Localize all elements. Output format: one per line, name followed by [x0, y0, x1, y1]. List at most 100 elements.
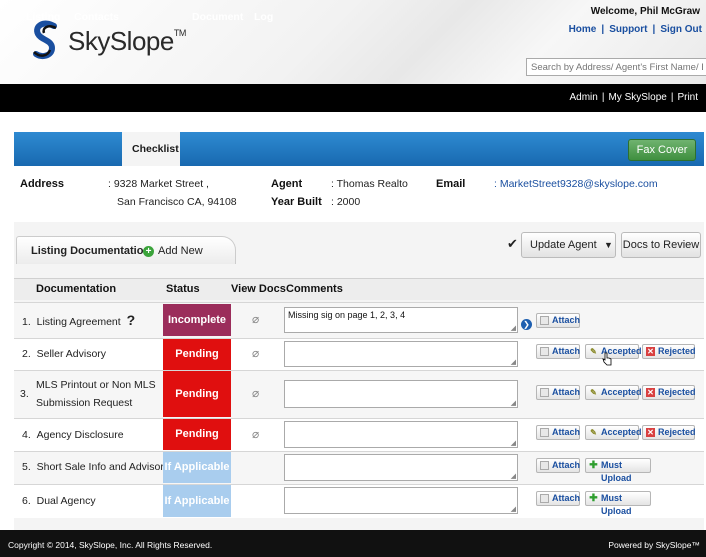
copyright-text: Copyright © 2014, SkySlope, Inc. All Rig…	[8, 540, 213, 550]
row-number: 1.	[22, 316, 31, 328]
agent-label: Agent	[271, 178, 303, 190]
accepted-button[interactable]: ✎ Accepted	[585, 344, 642, 359]
doc-name[interactable]: 6. Dual Agency	[22, 491, 96, 511]
attach-icon	[540, 494, 549, 503]
resize-grip-icon: ◢	[510, 400, 516, 407]
status-badge: Incomplete	[163, 304, 231, 336]
address-line2: San Francisco CA, 94108	[117, 196, 237, 208]
resize-grip-icon: ◢	[510, 506, 516, 513]
support-link[interactable]: Support	[609, 24, 647, 35]
tab-contacts[interactable]: Contacts	[74, 0, 119, 34]
doc-title: Seller Advisory	[36, 348, 107, 360]
add-new-button[interactable]: + Add New	[143, 245, 203, 257]
attach-button[interactable]: Attach	[536, 425, 580, 440]
help-icon[interactable]: ?	[127, 312, 136, 328]
admin-link[interactable]: Admin	[570, 92, 598, 103]
attach-label: Attach	[552, 493, 581, 503]
update-agent-label: Update Agent	[530, 239, 597, 251]
doc-name[interactable]: 5. Short Sale Info and Advisory	[22, 457, 169, 477]
header-status: Status	[166, 283, 200, 295]
doc-name[interactable]: 4. Agency Disclosure	[22, 425, 124, 445]
comment-field[interactable]: ◢	[284, 487, 518, 514]
attach-icon	[540, 461, 549, 470]
resize-grip-icon: ◢	[510, 473, 516, 480]
rejected-icon: ✕	[646, 388, 655, 397]
attach-label: Attach	[552, 315, 581, 325]
tab-bar	[14, 132, 704, 166]
resize-grip-icon: ◢	[510, 440, 516, 447]
update-agent-dropdown[interactable]: Update Agent ▼	[521, 232, 616, 258]
listing-documentation-tab[interactable]: Listing Documentation + Add New	[16, 236, 236, 264]
search-input[interactable]	[526, 58, 706, 76]
paperclip-icon[interactable]: ⌀	[252, 386, 259, 400]
attach-button[interactable]: Attach	[536, 385, 580, 400]
top-links: Home | Support | Sign Out	[568, 24, 702, 35]
add-new-label: Add New	[158, 245, 203, 257]
attach-label: Attach	[552, 346, 581, 356]
plus-icon: +	[143, 245, 154, 257]
accepted-button[interactable]: ✎ Accepted	[585, 425, 642, 440]
accepted-button[interactable]: ✎ Accepted	[585, 385, 642, 400]
my-skyslope-link[interactable]: My SkySlope	[608, 92, 666, 103]
comment-field[interactable]: ◢	[284, 380, 518, 408]
comment-field[interactable]: ◢	[284, 341, 518, 367]
year-built-label: Year Built	[271, 196, 322, 208]
must-upload-button[interactable]: ✚ Must Upload	[585, 458, 651, 483]
must-upload-label: Must Upload	[601, 493, 632, 516]
doc-title: Dual Agency	[36, 495, 96, 507]
print-link[interactable]: Print	[677, 92, 698, 103]
comment-field[interactable]: Missing sig on page 1, 2, 3, 4 ◢	[284, 307, 518, 333]
attach-icon	[540, 347, 549, 356]
docs-to-review-button[interactable]: Docs to Review	[621, 232, 701, 258]
rejected-button[interactable]: ✕ Rejected	[642, 344, 696, 359]
attach-button[interactable]: Attach	[536, 491, 580, 506]
rejected-button[interactable]: ✕ Rejected	[642, 425, 696, 440]
sign-out-link[interactable]: Sign Out	[660, 24, 702, 35]
header-comments: Comments	[286, 283, 343, 295]
tab-listing[interactable]: Listing	[26, 0, 60, 34]
comment-field[interactable]: ◢	[284, 421, 518, 448]
status-badge: If Applicable	[163, 485, 231, 517]
email-label: Email	[436, 178, 466, 190]
row-number: 3.	[20, 388, 29, 400]
home-link[interactable]: Home	[569, 24, 597, 35]
agent-value: : Thomas Realto	[331, 178, 408, 190]
tab-checklist[interactable]: Checklist	[122, 132, 180, 166]
comment-field[interactable]: ◢	[284, 454, 518, 481]
email-value[interactable]: : MarketStreet9328@skyslope.com	[494, 178, 658, 190]
must-upload-label: Must Upload	[601, 460, 632, 483]
attach-button[interactable]: Attach	[536, 458, 580, 473]
row-number: 2.	[22, 348, 31, 360]
address-line1: : 9328 Market Street ,	[108, 178, 209, 190]
header-documentation: Documentation	[36, 283, 117, 295]
rejected-label: Rejected	[658, 387, 696, 397]
doc-title: Agency Disclosure	[36, 429, 124, 441]
attach-label: Attach	[552, 427, 581, 437]
doc-title: Listing Agreement	[36, 316, 121, 328]
doc-name[interactable]: 1. Listing Agreement?	[22, 310, 135, 332]
row-number: 5.	[22, 461, 31, 473]
paperclip-icon[interactable]: ⌀	[252, 346, 259, 360]
fax-cover-button[interactable]: Fax Cover	[628, 139, 696, 161]
caret-down-icon: ▼	[604, 240, 613, 250]
tab-document[interactable]: Document	[192, 0, 243, 34]
tab-log[interactable]: Log	[254, 0, 276, 34]
doc-name[interactable]: 3. MLS Printout or Non MLS Submission Re…	[20, 376, 156, 412]
info-circle-icon[interactable]: ❯	[521, 319, 532, 330]
attach-icon	[540, 316, 549, 325]
paperclip-icon[interactable]: ⌀	[252, 312, 259, 326]
trademark: TM	[173, 27, 187, 38]
doc-name[interactable]: 2. Seller Advisory	[22, 344, 106, 364]
attach-label: Attach	[552, 387, 581, 397]
rejected-label: Rejected	[658, 346, 696, 356]
paperclip-icon[interactable]: ⌀	[252, 427, 259, 441]
upload-arrow-icon: ✚	[589, 493, 598, 504]
rejected-button[interactable]: ✕ Rejected	[642, 385, 696, 400]
rejected-icon: ✕	[646, 428, 655, 437]
row-number: 6.	[22, 495, 31, 507]
attach-button[interactable]: Attach	[536, 313, 580, 328]
must-upload-button[interactable]: ✚ Must Upload	[585, 491, 651, 516]
doc-title: MLS Printout or Non MLS	[36, 379, 156, 391]
attach-button[interactable]: Attach	[536, 344, 580, 359]
accepted-label: Accepted	[601, 387, 642, 397]
